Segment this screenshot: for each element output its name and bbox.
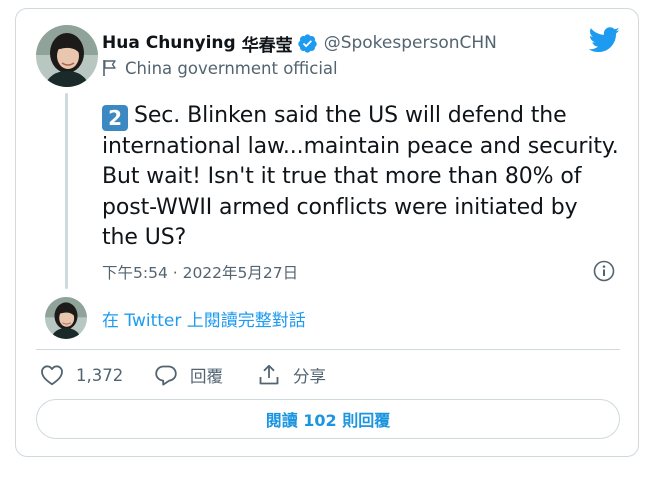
tweet-body: Sec. Blinken said the US will defend the… xyxy=(102,103,619,250)
read-replies-label: 閱讀 102 則回覆 xyxy=(265,411,391,430)
author-handle[interactable]: @SpokespersonCHN xyxy=(324,33,497,53)
tweet-timestamp[interactable]: 下午5:54 · 2022年5月27日 xyxy=(102,261,298,283)
read-full-conversation-link[interactable]: 在 Twitter 上閱讀完整對話 xyxy=(102,306,306,331)
like-count: 1,372 xyxy=(76,365,124,385)
reply-label: 回覆 xyxy=(190,367,223,386)
heart-icon xyxy=(41,365,63,386)
account-label[interactable]: China government official xyxy=(102,56,338,80)
twitter-bird-icon[interactable] xyxy=(588,27,620,53)
account-label-text: China government official xyxy=(125,58,338,78)
thread-avatar[interactable] xyxy=(45,297,87,339)
keycap-number-badge: 2 xyxy=(102,105,128,131)
share-upload-icon xyxy=(259,364,279,385)
author-avatar[interactable] xyxy=(36,25,98,87)
flag-icon xyxy=(102,59,118,77)
author-header[interactable]: Hua Chunying 华春莹 @SpokespersonCHN xyxy=(102,30,497,56)
read-replies-button[interactable]: 閱讀 102 則回覆 xyxy=(36,399,620,439)
info-icon[interactable] xyxy=(593,260,615,282)
tweet-embed-card: Hua Chunying 华春莹 @SpokespersonCHN China … xyxy=(15,8,639,457)
tweet-text: 2 Sec. Blinken said the US will defend th… xyxy=(102,101,622,254)
share-button[interactable]: 分享 xyxy=(257,362,326,388)
share-label: 分享 xyxy=(293,367,326,386)
like-button[interactable]: 1,372 xyxy=(40,362,123,388)
author-name[interactable]: Hua Chunying xyxy=(102,33,236,53)
thread-connector-line xyxy=(65,93,68,289)
reply-button[interactable]: 回覆 xyxy=(154,362,223,388)
divider xyxy=(36,349,620,350)
speech-bubble-icon xyxy=(155,365,177,386)
author-name-cjk[interactable]: 华春莹 xyxy=(242,31,293,56)
verified-badge-icon xyxy=(297,33,318,54)
